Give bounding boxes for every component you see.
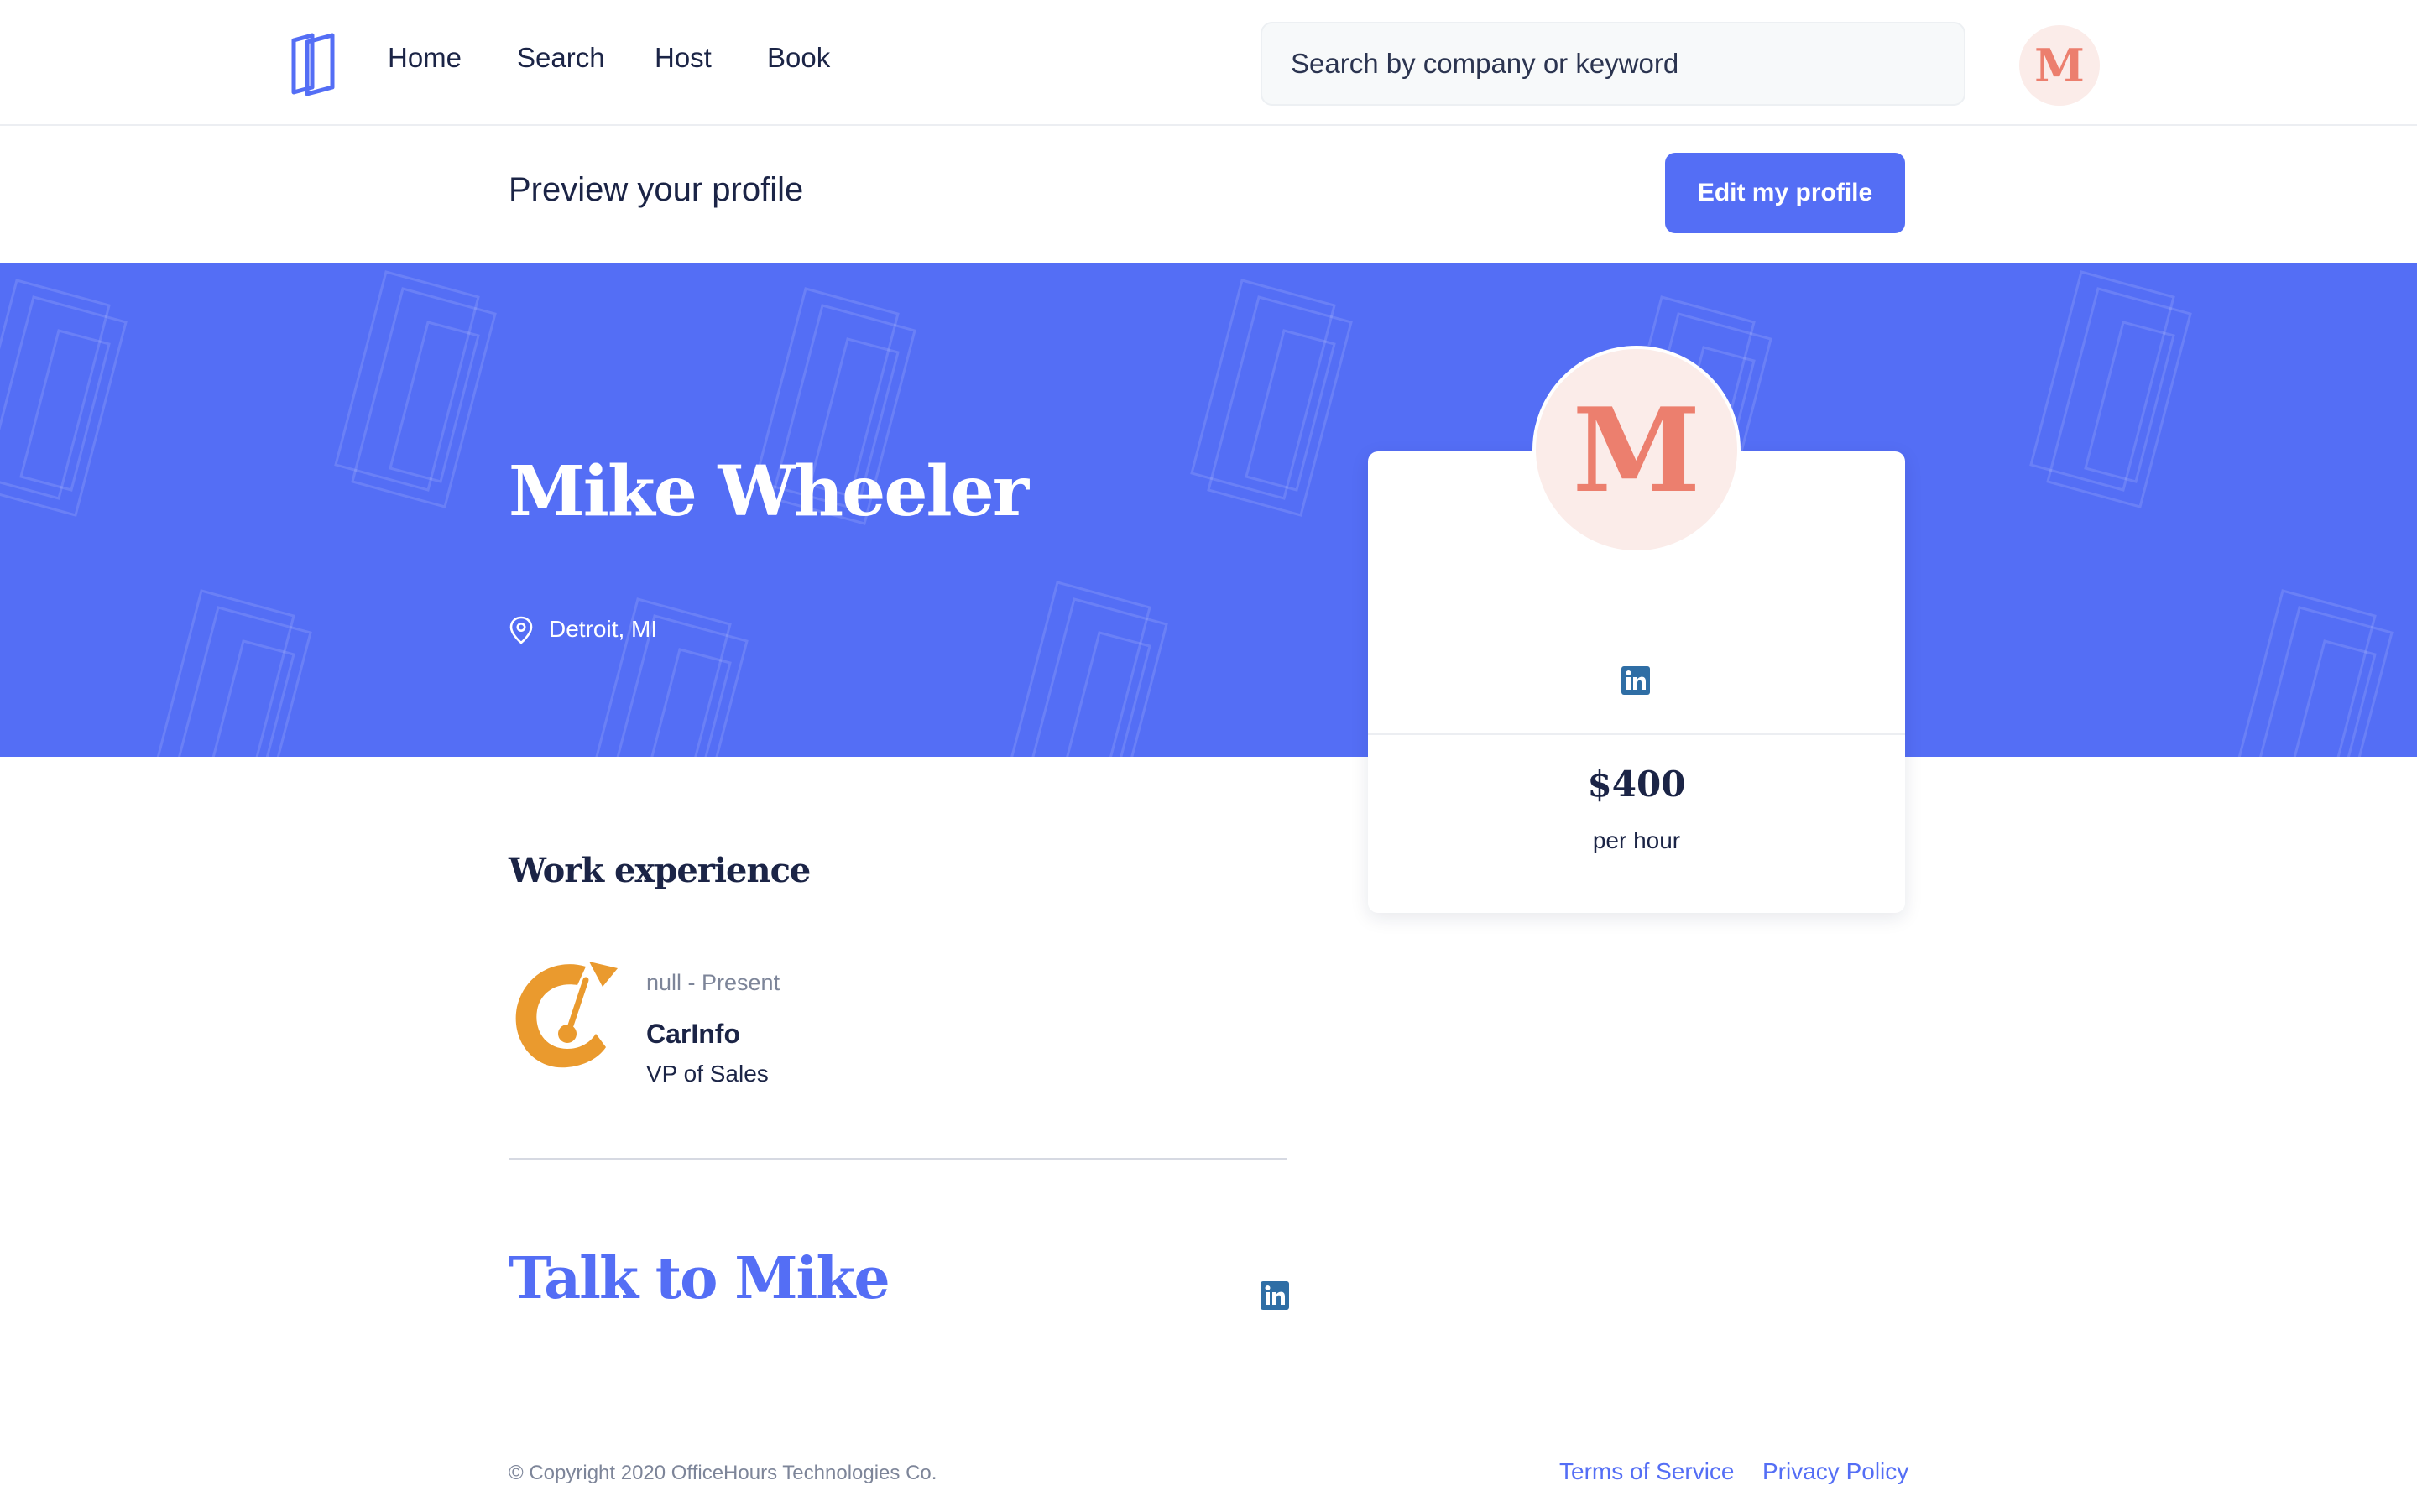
location-pin-icon: [509, 616, 533, 644]
nav-book-link[interactable]: Book: [767, 42, 830, 74]
nav-home-link[interactable]: Home: [388, 42, 462, 74]
profile-hero-banner: Mike Wheeler Detroit, MI: [0, 263, 2417, 757]
terms-of-service-link[interactable]: Terms of Service: [1559, 1458, 1735, 1485]
section-divider: [509, 1158, 1287, 1160]
edit-profile-button[interactable]: Edit my profile: [1665, 153, 1905, 233]
top-navbar: Home Search Host Book M: [0, 0, 2417, 126]
nav-host-link[interactable]: Host: [655, 42, 712, 74]
linkedin-icon[interactable]: [1621, 666, 1650, 695]
profile-location: Detroit, MI: [549, 616, 658, 642]
profile-avatar: M: [1532, 346, 1741, 554]
officehours-logo-icon[interactable]: [289, 32, 337, 97]
price-unit: per hour: [1592, 827, 1681, 853]
privacy-policy-link[interactable]: Privacy Policy: [1762, 1458, 1908, 1485]
work-experience-heading: Work experience: [509, 851, 811, 890]
book-pattern-background: [0, 270, 2394, 757]
search-input[interactable]: [1261, 22, 1965, 106]
talk-to-heading: Talk to Mike: [509, 1245, 890, 1312]
nav-search-link[interactable]: Search: [517, 42, 605, 74]
linkedin-icon[interactable]: [1261, 1281, 1289, 1310]
job-company: CarInfo: [646, 1019, 740, 1049]
hourly-price: $400: [1587, 764, 1686, 805]
carinfo-logo-icon: [515, 962, 618, 1068]
copyright-text: © Copyright 2020 OfficeHours Technologie…: [509, 1462, 937, 1484]
preview-title: Preview your profile: [509, 171, 804, 208]
card-divider: [1368, 733, 1905, 735]
profile-name: Mike Wheeler: [509, 451, 1029, 532]
job-dates: null - Present: [646, 970, 780, 995]
user-avatar[interactable]: M: [2019, 25, 2100, 106]
job-role: VP of Sales: [646, 1061, 769, 1087]
